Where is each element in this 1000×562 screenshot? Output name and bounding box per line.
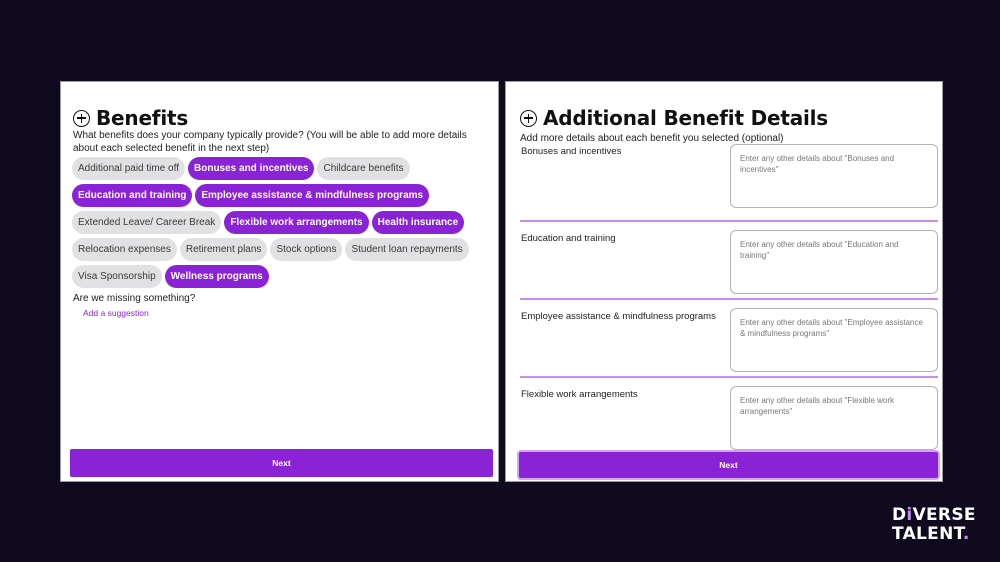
benefit-chip[interactable]: Additional paid time off [72,157,185,180]
logo-text: VERSE [912,505,976,525]
benefit-detail-input[interactable] [730,144,938,208]
benefit-details-panel: Additional Benefit Details Add more deta… [505,81,943,482]
benefit-chip[interactable]: Bonuses and incentives [188,157,315,180]
benefit-chip[interactable]: Flexible work arrangements [224,211,369,234]
benefits-subtitle: What benefits does your company typicall… [73,130,467,154]
benefit-chip[interactable]: Education and training [72,184,193,207]
logo-text: D [892,505,907,525]
benefit-chip[interactable]: Stock options [270,238,343,261]
benefits-panel: Benefits What benefits does your company… [60,81,499,482]
logo-text: TALENT [892,524,963,544]
benefit-chip[interactable]: Student loan repayments [345,238,469,261]
add-suggestion-link[interactable]: Add a suggestion [83,308,149,318]
logo-accent-dot: . [962,524,970,544]
benefit-detail-row: Flexible work arrangements [520,378,938,456]
missing-prompt: Are we missing something? [73,293,196,304]
page-title: Benefits [96,106,189,130]
benefit-chip[interactable]: Relocation expenses [72,238,177,261]
benefit-chip[interactable]: Wellness programs [164,265,269,288]
benefit-detail-row: Education and training [520,222,938,300]
benefit-chip[interactable]: Childcare benefits [317,157,410,180]
details-title-row: Additional Benefit Details [520,106,828,130]
benefit-detail-label: Flexible work arrangements [521,389,638,400]
benefit-detail-label: Employee assistance & mindfulness progra… [521,311,716,322]
benefit-detail-row: Employee assistance & mindfulness progra… [520,300,938,378]
benefit-chip[interactable]: Employee assistance & mindfulness progra… [195,184,430,207]
benefit-chip[interactable]: Health insurance [371,211,465,234]
next-button[interactable]: Next [70,449,493,477]
benefit-detail-input[interactable] [730,230,938,294]
benefit-chip[interactable]: Retirement plans [179,238,268,261]
benefit-detail-input[interactable] [730,308,938,372]
benefit-detail-input[interactable] [730,386,938,450]
benefit-detail-label: Bonuses and incentives [521,146,622,157]
benefit-detail-label: Education and training [521,233,616,244]
benefit-chip-list: Additional paid time off Bonuses and ince… [72,157,497,288]
logo-line-2: TALENT. [892,525,976,544]
benefit-details-list: Bonuses and incentives Education and trai… [520,144,938,456]
page-title: Additional Benefit Details [543,106,829,130]
next-button[interactable]: Next [519,452,938,478]
plus-circle-icon [520,109,537,127]
plus-circle-icon [73,109,90,127]
benefit-chip[interactable]: Extended Leave/ Career Break [72,211,222,234]
diverse-talent-logo: DiVERSE TALENT. [892,506,976,544]
benefit-chip[interactable]: Visa Sponsorship [72,265,162,288]
logo-line-1: DiVERSE [892,506,976,525]
benefit-detail-row: Bonuses and incentives [520,144,938,222]
benefits-title-row: Benefits [73,106,188,130]
